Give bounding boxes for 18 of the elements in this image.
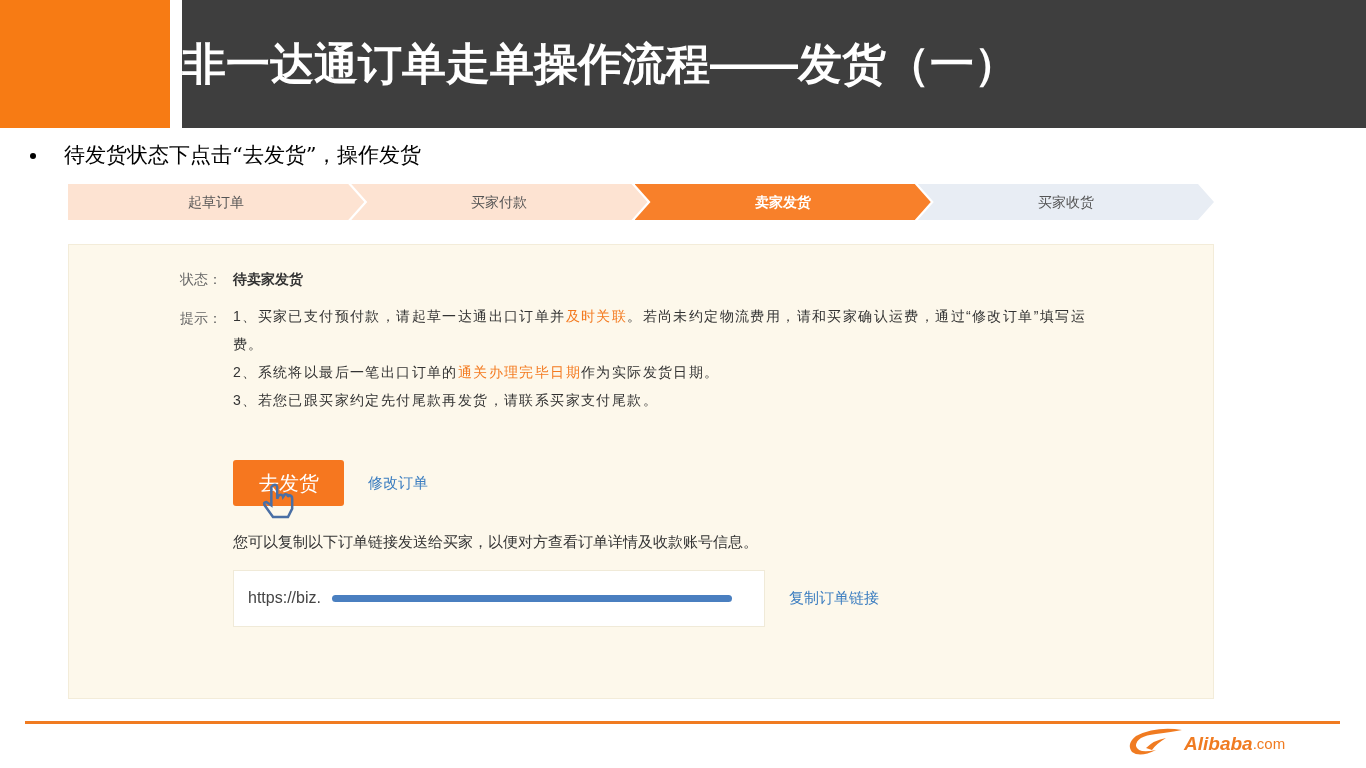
- status-value: 待卖家发货: [233, 270, 303, 289]
- order-link-field[interactable]: https://biz.: [233, 569, 765, 627]
- edit-order-link[interactable]: 修改订单: [368, 471, 428, 495]
- bullet-text: 待发货状态下点击“去发货”，操作发货: [64, 142, 422, 170]
- progress-step: 卖家发货: [634, 184, 931, 220]
- logo-wordmark: Alibaba: [1184, 733, 1253, 753]
- tip-line: 2、系统将以最后一笔出口订单的 通关办理完毕日期作为实际发货日期。: [233, 363, 721, 382]
- progress-step: 买家付款: [351, 184, 648, 220]
- copy-link[interactable]: 复制订单链接: [789, 587, 879, 610]
- slide-title: 非一达通订单走单操作流程——发货（一）: [182, 42, 1018, 86]
- progress-step: 起草订单: [68, 184, 365, 220]
- logo-suffix: .com: [1252, 735, 1286, 751]
- share-hint: 您可以复制以下订单链接发送给买家，以便对方查看订单详情及收款账号信息。: [233, 533, 759, 552]
- status-label: 状态：: [180, 270, 223, 289]
- progress-step: 买家收货: [917, 184, 1214, 220]
- tips-label: 提示：: [180, 309, 223, 328]
- tip-line: 3、若您已跟买家约定先付尾款再发货，请联系买家支付尾款。: [233, 391, 659, 410]
- tip-line: 1、买家已支付预付款，请起草一达通出口订单并及时关联。若尚未约定物流费用，请和买家确认运费，通过“修改订单”填写运费。: [233, 307, 1087, 354]
